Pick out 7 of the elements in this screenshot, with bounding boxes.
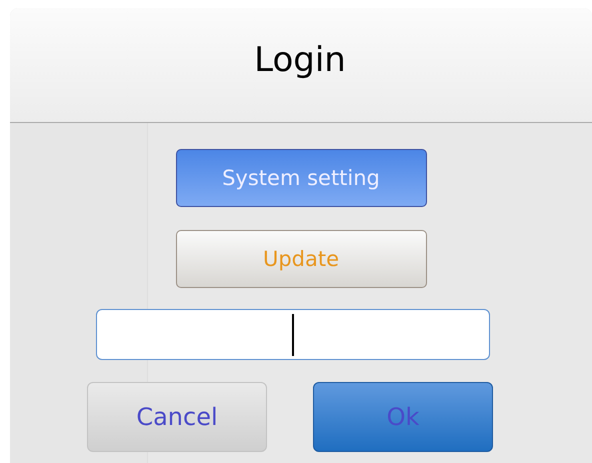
settings-button[interactable]: System setting — [176, 149, 426, 207]
update-button[interactable]: Update — [176, 230, 426, 288]
dialog-title: Login — [254, 40, 346, 80]
input-field[interactable] — [96, 309, 490, 360]
text-cursor — [292, 314, 294, 356]
ok-button[interactable]: Ok — [313, 382, 493, 452]
cancel-button[interactable]: Cancel — [87, 382, 267, 452]
